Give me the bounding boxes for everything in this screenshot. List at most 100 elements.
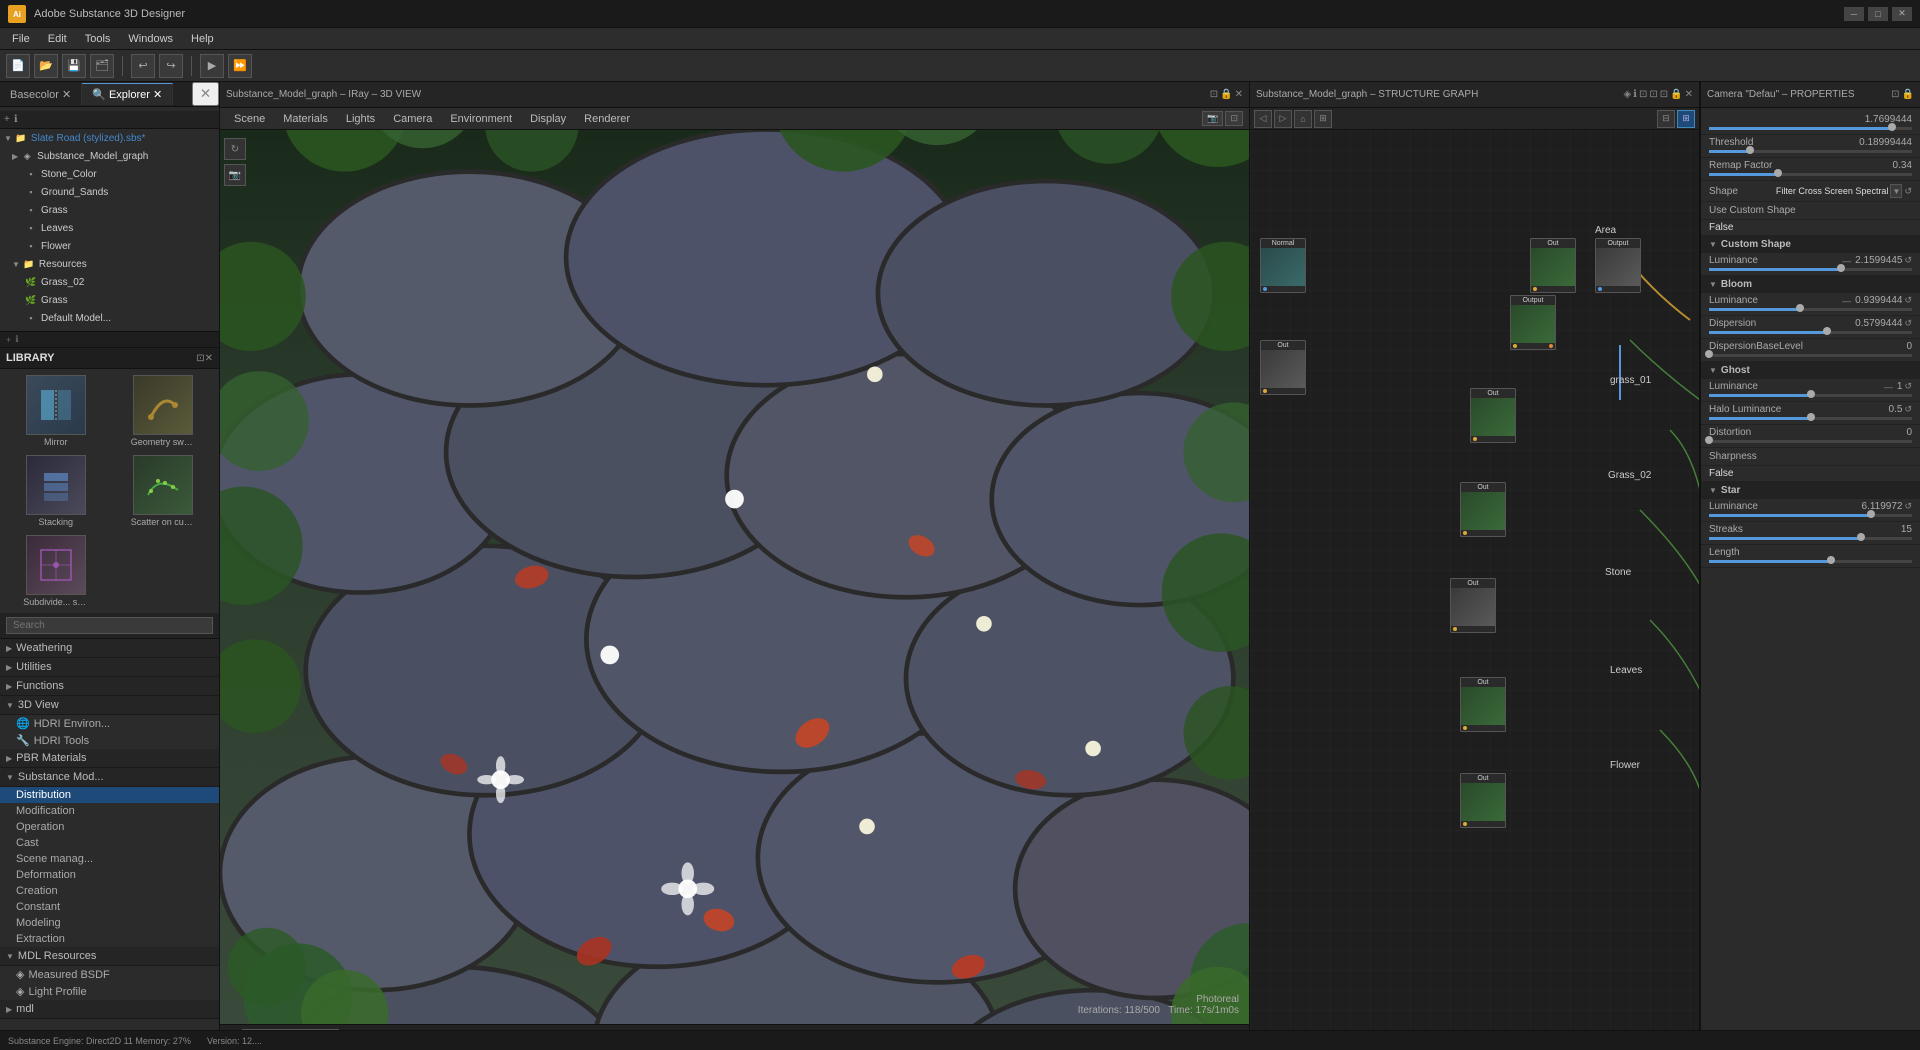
lib-section-mdl[interactable]: ▼ MDL Resources bbox=[0, 947, 219, 966]
viewport-float-button[interactable]: ⊡ bbox=[1210, 89, 1218, 100]
prop-top-slider[interactable] bbox=[1709, 127, 1912, 130]
tree-item-flower[interactable]: ▪ Flower bbox=[0, 237, 219, 255]
cook-button[interactable]: ▶ bbox=[200, 54, 224, 78]
tab-basecolor[interactable]: Basecolor ✕ bbox=[0, 84, 82, 105]
viewport-lock-button[interactable]: 🔒 bbox=[1220, 89, 1232, 100]
prop-bloom-lum-slider[interactable] bbox=[1709, 308, 1912, 311]
new-button[interactable]: 📄 bbox=[6, 54, 30, 78]
save-button[interactable]: 💾 bbox=[62, 54, 86, 78]
vp-menu-camera[interactable]: Camera bbox=[385, 111, 440, 127]
gnode-g2-7[interactable]: Out bbox=[1460, 482, 1506, 537]
tree-item-grass2[interactable]: 🌿 Grass bbox=[0, 291, 219, 309]
menu-help[interactable]: Help bbox=[183, 31, 222, 47]
redo-button[interactable]: ↪ bbox=[159, 54, 183, 78]
lib-section-3dview[interactable]: ▼ 3D View bbox=[0, 696, 219, 715]
tab-explorer[interactable]: 🔍 Explorer ✕ bbox=[82, 83, 173, 105]
lib-item-measured-bsdf[interactable]: ◈ Measured BSDF bbox=[0, 966, 219, 983]
graph-tb-2[interactable]: ▷ bbox=[1274, 110, 1292, 128]
explorer-toolbar-info[interactable]: ℹ bbox=[14, 114, 18, 125]
lib-item-distribution[interactable]: Distribution bbox=[0, 787, 219, 803]
graph-view-btn-2[interactable]: ⊞ bbox=[1677, 110, 1695, 128]
prop-ghost-lum-slider[interactable] bbox=[1709, 394, 1912, 397]
graph-canvas[interactable]: Area Input Filter Blend Out Merge Scale bbox=[1250, 130, 1699, 1050]
lib-section-weathering[interactable]: ▶ Weathering bbox=[0, 639, 219, 658]
graph-btn-4[interactable]: ⊡ bbox=[1649, 89, 1657, 100]
prop-threshold-slider[interactable] bbox=[1709, 150, 1912, 153]
window-controls[interactable]: ─ □ ✕ bbox=[1844, 7, 1912, 21]
lib-item-deformation[interactable]: Deformation bbox=[0, 867, 219, 883]
tree-item-resources[interactable]: ▼ 📁 Resources bbox=[0, 255, 219, 273]
library-close-button[interactable]: ✕ bbox=[205, 353, 213, 364]
prop-dispersion-btn[interactable]: ↺ bbox=[1904, 318, 1912, 329]
prop-luminance-custom-slider[interactable] bbox=[1709, 268, 1912, 271]
graph-btn-3[interactable]: ⊡ bbox=[1639, 89, 1647, 100]
save-all-button[interactable]: 🗂 bbox=[90, 54, 114, 78]
tree-item-grass02[interactable]: 🌿 Grass_02 bbox=[0, 273, 219, 291]
props-float-btn[interactable]: ⊡ bbox=[1891, 89, 1899, 100]
cook-all-button[interactable]: ⏩ bbox=[228, 54, 252, 78]
prop-star-lum-btn[interactable]: ↺ bbox=[1904, 501, 1912, 512]
prop-luminance-custom-btn[interactable]: ↺ bbox=[1904, 255, 1912, 266]
thumb-subdivide[interactable]: Subdivide... scattering bbox=[4, 533, 108, 609]
lib-section-mdl2[interactable]: ▶ mdl bbox=[0, 1000, 219, 1019]
prop-halo-lum-btn[interactable]: ↺ bbox=[1904, 404, 1912, 415]
gnode-g1-6[interactable]: Out bbox=[1470, 388, 1516, 443]
prop-star-lum-slider[interactable] bbox=[1709, 514, 1912, 517]
vp-menu-scene[interactable]: Scene bbox=[226, 111, 273, 127]
graph-close-btn[interactable]: ✕ bbox=[1685, 89, 1693, 100]
gnode-f-7[interactable]: Out bbox=[1460, 773, 1506, 828]
vp-tool-rotate[interactable]: ↻ bbox=[224, 138, 246, 160]
tree-item-graph[interactable]: ▶ ◈ Substance_Model_graph bbox=[0, 147, 219, 165]
vp-tool-camera[interactable]: 📷 bbox=[224, 164, 246, 186]
prop-distortion-slider[interactable] bbox=[1709, 440, 1912, 443]
vp-side-btn-1[interactable]: 📷 bbox=[1202, 111, 1223, 126]
vp-menu-display[interactable]: Display bbox=[522, 111, 574, 127]
gnode-l-7[interactable]: Out bbox=[1460, 677, 1506, 732]
lib-item-extraction[interactable]: Extraction bbox=[0, 931, 219, 947]
menu-edit[interactable]: Edit bbox=[40, 31, 75, 47]
prop-shape-reset-btn[interactable]: ↺ bbox=[1904, 186, 1912, 197]
minimize-button[interactable]: ─ bbox=[1844, 7, 1864, 21]
gnode-s-7[interactable]: Out bbox=[1450, 578, 1496, 633]
tree-root-file[interactable]: ▼ 📁 Slate Road (stylized).sbs* bbox=[0, 129, 219, 147]
graph-tb-3[interactable]: ⌂ bbox=[1294, 110, 1312, 128]
vp-menu-renderer[interactable]: Renderer bbox=[576, 111, 638, 127]
menu-windows[interactable]: Windows bbox=[120, 31, 181, 47]
graph-view-btn-1[interactable]: ⊟ bbox=[1657, 110, 1675, 128]
thumb-stacking[interactable]: Stacking bbox=[4, 453, 108, 529]
tree-item-ground-sands[interactable]: ▪ Ground_Sands bbox=[0, 183, 219, 201]
lib-section-utilities[interactable]: ▶ Utilities bbox=[0, 658, 219, 677]
viewport-close-button[interactable]: ✕ bbox=[1235, 89, 1243, 100]
lib-item-modeling[interactable]: Modeling bbox=[0, 915, 219, 931]
lib-section-pbr[interactable]: ▶ PBR Materials bbox=[0, 749, 219, 768]
undo-button[interactable]: ↩ bbox=[131, 54, 155, 78]
graph-tb-1[interactable]: ◁ bbox=[1254, 110, 1272, 128]
prop-ghost-lum-reset[interactable]: — bbox=[1882, 382, 1895, 392]
maximize-button[interactable]: □ bbox=[1868, 7, 1888, 21]
gnode-left2-3[interactable]: Out bbox=[1260, 340, 1306, 395]
tree-item-grass[interactable]: ▪ Grass bbox=[0, 201, 219, 219]
section-ghost[interactable]: ▼ Ghost bbox=[1701, 362, 1920, 379]
prop-shape-dropdown-btn[interactable]: ▼ bbox=[1890, 184, 1902, 198]
lib-item-creation[interactable]: Creation bbox=[0, 883, 219, 899]
graph-lock-btn[interactable]: 🔒 bbox=[1670, 89, 1682, 100]
panel-close-button[interactable]: ✕ bbox=[192, 82, 219, 106]
vp-menu-materials[interactable]: Materials bbox=[275, 111, 336, 127]
open-button[interactable]: 📂 bbox=[34, 54, 58, 78]
thumb-scatter-curves[interactable]: Scatter on curves bbox=[112, 453, 216, 529]
prop-dbl-slider[interactable] bbox=[1709, 354, 1912, 357]
vp-side-btn-2[interactable]: ⊡ bbox=[1225, 111, 1243, 126]
menu-tools[interactable]: Tools bbox=[77, 31, 119, 47]
section-star[interactable]: ▼ Star bbox=[1701, 482, 1920, 499]
prop-remap-slider[interactable] bbox=[1709, 173, 1912, 176]
graph-btn-2[interactable]: ℹ bbox=[1633, 89, 1637, 100]
tree-item-stone-color[interactable]: ▪ Stone_Color bbox=[0, 165, 219, 183]
section-custom-shape[interactable]: ▼ Custom Shape bbox=[1701, 236, 1920, 253]
gnode-right-2[interactable]: Output bbox=[1595, 238, 1641, 293]
viewport-canvas[interactable]: ↻ 📷 Photoreal Iterations: 118/500 Time: … bbox=[220, 130, 1249, 1024]
gnode-area-4[interactable]: Out bbox=[1530, 238, 1576, 293]
gnode-r2-5[interactable]: Output bbox=[1510, 295, 1556, 350]
tree-item-default-model[interactable]: ▪ Default Model... bbox=[0, 309, 219, 327]
thumb-mirror[interactable]: Mirror bbox=[4, 373, 108, 449]
lib-item-operation[interactable]: Operation bbox=[0, 819, 219, 835]
